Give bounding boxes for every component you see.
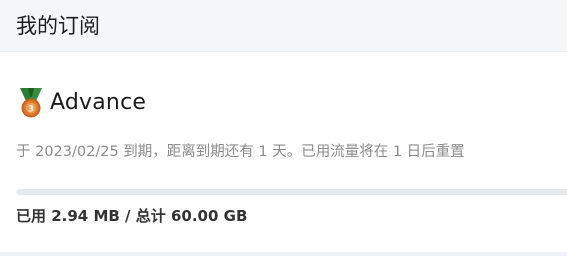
traffic-progress-bar: [16, 189, 567, 195]
bronze-medal-icon: 3: [20, 88, 42, 118]
expiry-info: 于 2023/02/25 到期，距离到期还有 1 天。已用流量将在 1 日后重置: [16, 144, 465, 160]
subscription-card: 我的订阅 3 Advance 于 2023/02/25 到期，距离到期还有 1 …: [0, 0, 567, 252]
traffic-usage: 已用 2.94 MB / 总计 60.00 GB: [16, 207, 248, 225]
page-title: 我的订阅: [16, 14, 100, 38]
svg-text:3: 3: [28, 105, 34, 115]
plan-row: 3 Advance: [16, 86, 146, 120]
plan-name: Advance: [50, 90, 147, 115]
card-header: 我的订阅: [0, 0, 567, 52]
